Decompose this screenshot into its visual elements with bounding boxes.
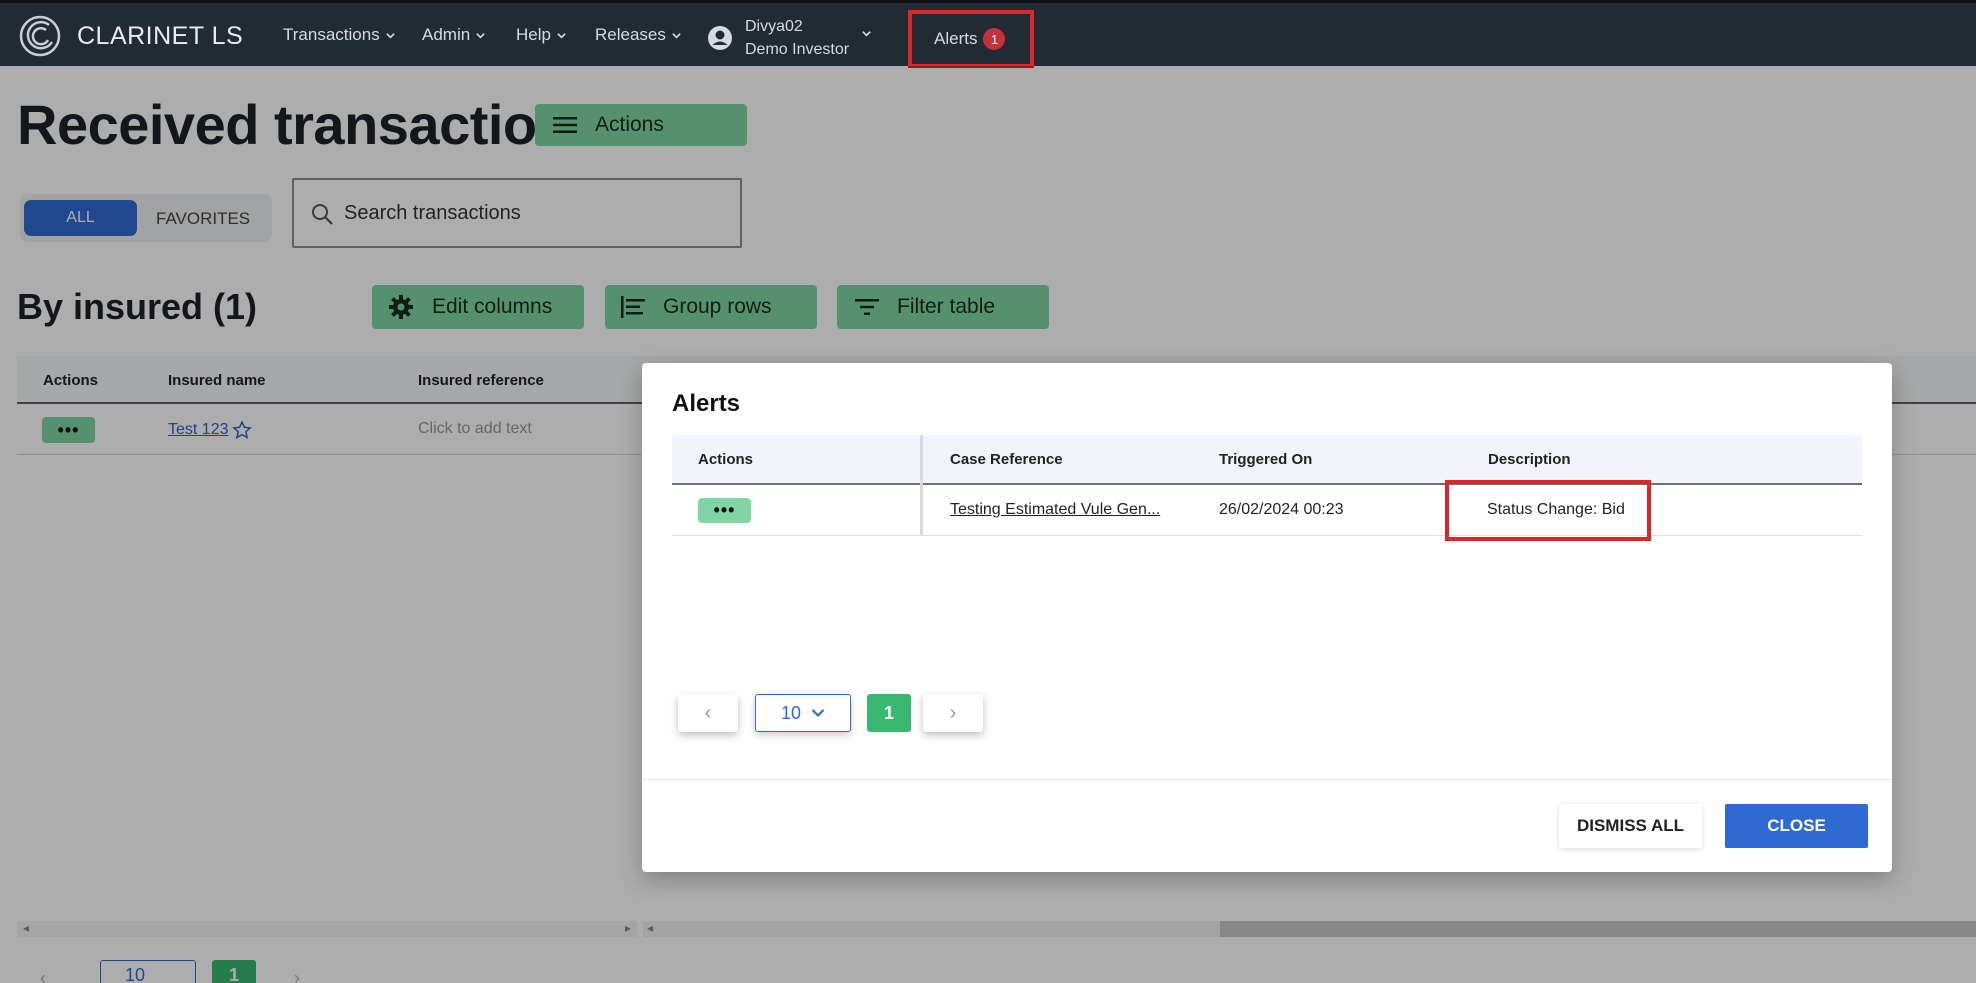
modal-footer-divider <box>642 779 1892 780</box>
nav-admin[interactable]: Admin <box>422 25 486 45</box>
nav-releases-label: Releases <box>595 25 666 44</box>
nav-transactions-label: Transactions <box>283 25 380 44</box>
column-header-actions[interactable]: Actions <box>698 451 753 468</box>
dismiss-all-button[interactable]: DISMISS ALL <box>1559 804 1702 848</box>
alerts-modal: Alerts Actions Case Reference Triggered … <box>642 363 1892 872</box>
table-row: ••• Testing Estimated Vule Gen... 26/02/… <box>672 485 1862 536</box>
user-account-icon <box>708 26 732 50</box>
modal-page-prev-button[interactable]: ‹ <box>678 694 738 732</box>
chevron-down-icon <box>385 32 395 39</box>
user-menu[interactable]: Divya02 Demo Investor <box>707 15 872 61</box>
alerts-table-header: Actions Case Reference Triggered On Desc… <box>672 435 1862 485</box>
modal-page-size-value: 10 <box>780 702 802 723</box>
alerts-highlight-box: Alerts 1 <box>908 10 1034 68</box>
triggered-on-value: 26/02/2024 00:23 <box>1219 501 1344 518</box>
column-header-triggered-on[interactable]: Triggered On <box>1219 451 1312 468</box>
alert-actions-button[interactable]: ••• <box>698 498 751 523</box>
close-button[interactable]: CLOSE <box>1725 804 1868 848</box>
nav-transactions[interactable]: Transactions <box>283 25 396 45</box>
modal-title: Alerts <box>672 390 741 417</box>
nav-admin-label: Admin <box>422 25 471 44</box>
case-reference-link[interactable]: Testing Estimated Vule Gen... <box>950 501 1160 519</box>
nav-releases[interactable]: Releases <box>595 25 682 45</box>
chevron-down-icon <box>672 32 681 39</box>
description-highlight-box <box>1445 480 1651 541</box>
user-role: Demo Investor <box>745 41 850 58</box>
nav-alerts-label: Alerts <box>934 29 978 48</box>
alerts-count-badge: 1 <box>983 28 1006 50</box>
chevron-down-icon <box>811 709 825 718</box>
column-header-description[interactable]: Description <box>1488 451 1571 468</box>
column-header-case-reference[interactable]: Case Reference <box>950 451 1063 468</box>
chevron-down-icon <box>557 32 566 39</box>
modal-page-next-button[interactable]: › <box>923 694 983 732</box>
user-name: Divya02 <box>745 18 803 35</box>
modal-page-number-active[interactable]: 1 <box>867 694 911 732</box>
brand-name[interactable]: CLARINET LS <box>77 22 243 51</box>
nav-help[interactable]: Help <box>516 25 567 45</box>
top-navbar: CLARINET LS Transactions Admin Help Rele… <box>0 0 1976 68</box>
chevron-down-icon <box>862 30 871 37</box>
nav-help-label: Help <box>516 25 551 44</box>
clarinet-logo-icon <box>19 15 61 57</box>
nav-alerts[interactable]: Alerts 1 <box>934 28 1006 50</box>
chevron-down-icon <box>476 32 485 39</box>
modal-page-size-select[interactable]: 10 <box>755 694 851 732</box>
